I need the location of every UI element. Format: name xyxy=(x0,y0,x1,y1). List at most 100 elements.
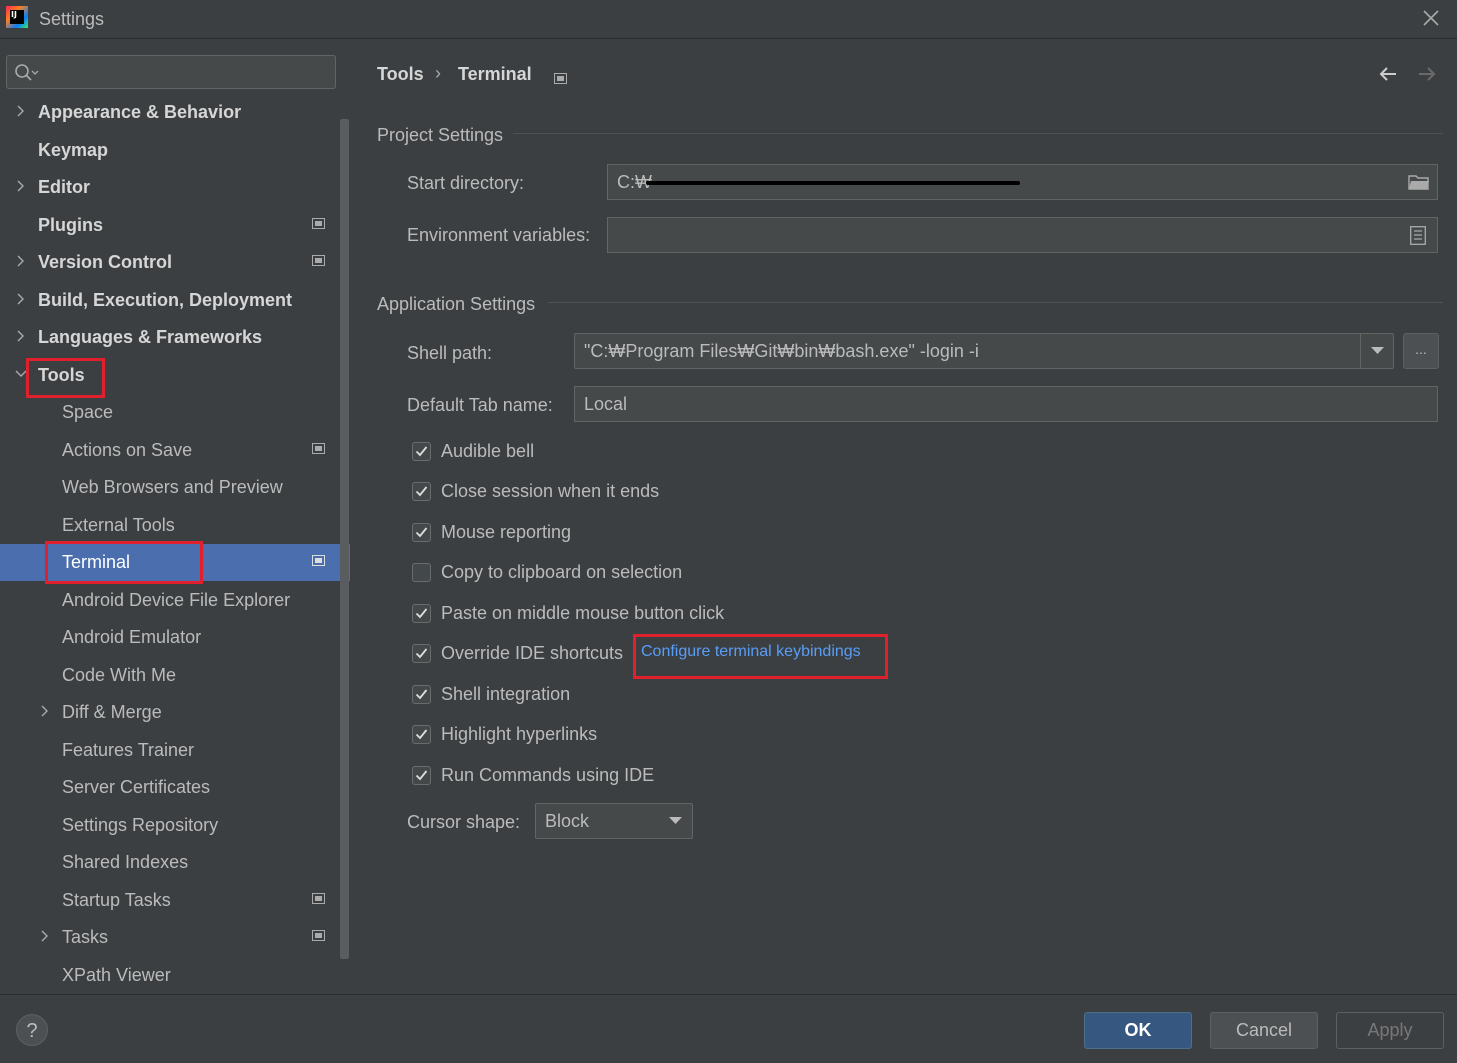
project-level-icon xyxy=(312,893,325,904)
sidebar-item-settings-repository[interactable]: Settings Repository xyxy=(0,807,350,844)
sidebar-item-android-emulator[interactable]: Android Emulator xyxy=(0,619,350,656)
sidebar-item-version-control[interactable]: Version Control xyxy=(0,244,350,281)
shell-path-browse-button[interactable]: ... xyxy=(1403,333,1439,369)
checkbox-checked[interactable] xyxy=(412,482,431,501)
sidebar-item-plugins[interactable]: Plugins xyxy=(0,207,350,244)
sidebar-item-startup-tasks[interactable]: Startup Tasks xyxy=(0,882,350,919)
forward-arrow-icon[interactable] xyxy=(1417,65,1437,83)
section-divider xyxy=(548,302,1443,303)
chevron-right-icon[interactable] xyxy=(15,179,27,193)
sidebar-item-label: XPath Viewer xyxy=(62,965,171,985)
search-input[interactable] xyxy=(6,55,336,89)
window-title: Settings xyxy=(39,9,105,29)
checkbox-checked[interactable] xyxy=(412,442,431,461)
environment-variables-label: Environment variables: xyxy=(407,225,591,245)
sidebar-item-appearance-behavior[interactable]: Appearance & Behavior xyxy=(0,94,350,131)
ok-button[interactable]: OK xyxy=(1084,1012,1192,1049)
default-tab-name-label: Default Tab name: xyxy=(407,395,553,415)
sidebar-item-server-certificates[interactable]: Server Certificates xyxy=(0,769,350,806)
sidebar-item-tools[interactable]: Tools xyxy=(0,357,350,394)
shell-path-dropdown-button[interactable] xyxy=(1360,334,1394,368)
sidebar-item-label: Android Device File Explorer xyxy=(62,590,291,610)
sidebar-item-keymap[interactable]: Keymap xyxy=(0,132,350,169)
cursor-shape-select[interactable]: Block xyxy=(535,803,693,839)
sidebar-item-build-execution-deployment[interactable]: Build, Execution, Deployment xyxy=(0,282,350,319)
sidebar-item-external-tools[interactable]: External Tools xyxy=(0,507,350,544)
start-directory-field[interactable]: C:₩ xyxy=(607,164,1438,200)
sidebar-item-features-trainer[interactable]: Features Trainer xyxy=(0,732,350,769)
checkbox-checked[interactable] xyxy=(412,604,431,623)
back-arrow-icon[interactable] xyxy=(1378,65,1398,83)
checkbox-label: Override IDE shortcuts xyxy=(441,643,624,663)
sidebar-item-code-with-me[interactable]: Code With Me xyxy=(0,657,350,694)
sidebar-item-terminal[interactable]: Terminal xyxy=(0,544,350,581)
checkbox-checked[interactable] xyxy=(412,685,431,704)
default-tab-name-value: Local xyxy=(584,394,628,414)
sidebar-item-label: Build, Execution, Deployment xyxy=(38,290,293,310)
chevron-down-icon[interactable] xyxy=(15,367,27,381)
cancel-button[interactable]: Cancel xyxy=(1210,1012,1318,1049)
chevron-right-icon[interactable] xyxy=(15,292,27,306)
sidebar-item-label: Terminal xyxy=(62,552,131,572)
checkbox-checked[interactable] xyxy=(412,766,431,785)
edit-list-icon[interactable] xyxy=(1410,226,1426,245)
sidebar-item-web-browsers-and-preview[interactable]: Web Browsers and Preview xyxy=(0,469,350,506)
sidebar-item-diff-merge[interactable]: Diff & Merge xyxy=(0,694,350,731)
chevron-right-icon[interactable] xyxy=(39,929,51,943)
chevron-right-icon[interactable] xyxy=(15,329,27,343)
sidebar-item-label: Appearance & Behavior xyxy=(38,102,242,122)
shell-path-value: "C:₩Program Files₩Git₩bin₩bash.exe" -log… xyxy=(584,341,979,361)
checkmark-icon xyxy=(415,729,428,740)
intellij-logo-icon: IJ xyxy=(6,6,28,28)
checkbox-unchecked[interactable] xyxy=(412,563,431,582)
sidebar-item-label: Web Browsers and Preview xyxy=(62,477,283,497)
checkbox-checked[interactable] xyxy=(412,523,431,542)
checkbox-label: Shell integration xyxy=(441,684,571,704)
settings-sidebar: Appearance & Behavior Keymap Editor Plugins… xyxy=(0,39,350,994)
checkbox-checked[interactable] xyxy=(412,644,431,663)
checkbox-label: Audible bell xyxy=(441,441,535,461)
start-directory-label: Start directory: xyxy=(407,173,525,193)
apply-button[interactable]: Apply xyxy=(1336,1012,1444,1049)
folder-icon[interactable] xyxy=(1408,174,1430,191)
sidebar-item-label: Tasks xyxy=(62,927,109,947)
chevron-right-icon[interactable] xyxy=(15,104,27,118)
chevron-right-icon[interactable] xyxy=(39,704,51,718)
sidebar-item-label: Editor xyxy=(38,177,90,197)
redaction-mark xyxy=(646,181,1020,185)
sidebar-item-languages-frameworks[interactable]: Languages & Frameworks xyxy=(0,319,350,356)
project-level-icon xyxy=(312,443,325,454)
project-settings-title: Project Settings xyxy=(377,125,504,145)
sidebar-item-label: Android Emulator xyxy=(62,627,202,647)
sidebar-item-tasks[interactable]: Tasks xyxy=(0,919,350,956)
cursor-shape-value: Block xyxy=(545,811,590,831)
settings-content: Tools › Terminal Project Settings Start … xyxy=(351,39,1457,994)
help-button[interactable]: ? xyxy=(16,1014,48,1046)
breadcrumb-parent[interactable]: Tools xyxy=(377,64,424,85)
close-icon[interactable] xyxy=(1419,6,1443,30)
sidebar-item-label: Space xyxy=(62,402,114,422)
chevron-right-icon[interactable] xyxy=(15,254,27,268)
sidebar-item-label: Features Trainer xyxy=(62,740,195,760)
sidebar-item-xpath-viewer[interactable]: XPath Viewer xyxy=(0,957,350,994)
sidebar-scrollbar[interactable] xyxy=(340,119,349,959)
sidebar-item-actions-on-save[interactable]: Actions on Save xyxy=(0,432,350,469)
sidebar-item-shared-indexes[interactable]: Shared Indexes xyxy=(0,844,350,881)
project-level-icon xyxy=(312,255,325,266)
checkmark-icon xyxy=(415,486,428,497)
breadcrumb-separator-icon: › xyxy=(435,63,441,83)
breadcrumb-current: Terminal xyxy=(458,64,532,84)
environment-variables-field[interactable] xyxy=(607,217,1438,253)
logo-text: IJ xyxy=(10,10,24,24)
checkmark-icon xyxy=(415,770,428,781)
checkbox-checked[interactable] xyxy=(412,725,431,744)
default-tab-name-field[interactable]: Local xyxy=(574,386,1438,422)
application-settings-title: Application Settings xyxy=(377,294,536,314)
checkbox-label: Highlight hyperlinks xyxy=(441,724,598,744)
configure-keybindings-link[interactable]: Configure terminal keybindings xyxy=(641,643,861,661)
sidebar-item-space[interactable]: Space xyxy=(0,394,350,431)
shell-path-combo[interactable]: "C:₩Program Files₩Git₩bin₩bash.exe" -log… xyxy=(574,333,1394,369)
project-level-icon xyxy=(312,930,325,941)
sidebar-item-android-device-file-explorer[interactable]: Android Device File Explorer xyxy=(0,582,350,619)
sidebar-item-editor[interactable]: Editor xyxy=(0,169,350,206)
